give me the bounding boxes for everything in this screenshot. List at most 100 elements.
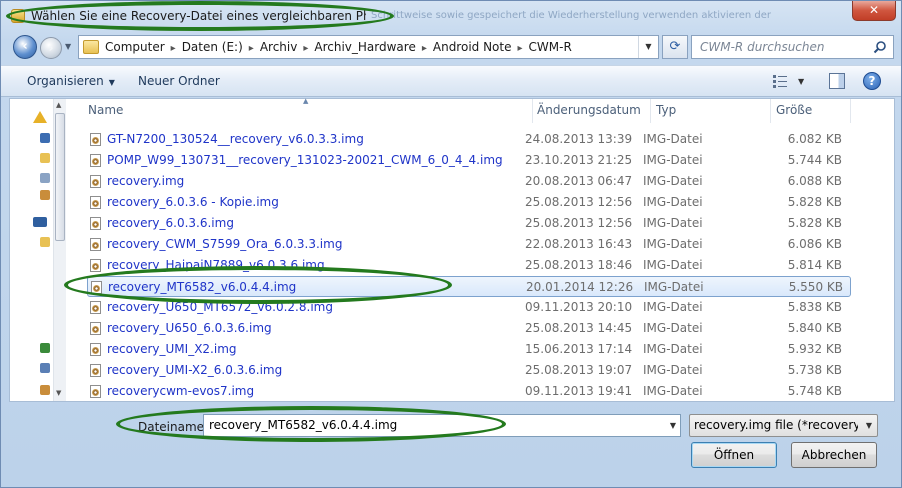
- column-divider[interactable]: [532, 99, 533, 123]
- file-type-filter[interactable]: recovery.img file (*recovery*.img) ▼: [689, 414, 878, 437]
- homegroup-icon[interactable]: [40, 363, 50, 373]
- file-date: 25.08.2013 12:56: [525, 216, 633, 230]
- table-row[interactable]: recovery.img 20.08.2013 06:47 IMG-Datei 6.0…: [87, 171, 851, 192]
- organize-label: Organisieren: [27, 74, 104, 88]
- table-row[interactable]: POMP_W99_130731__recovery_131023-20021_C…: [87, 150, 851, 171]
- file-name[interactable]: recovery_HaipaiN7889_v6.0.3.6.img: [107, 258, 527, 272]
- file-date: 25.08.2013 12:56: [525, 195, 633, 209]
- sort-ascending-icon: ▲: [303, 97, 309, 105]
- filename-value[interactable]: recovery_MT6582_v6.0.4.4.img: [209, 418, 397, 432]
- breadcrumb-cwm-r[interactable]: CWM-R: [529, 40, 572, 54]
- close-button[interactable]: ✕: [852, 1, 896, 21]
- column-divider[interactable]: [850, 99, 851, 123]
- img-file-icon: [90, 385, 101, 398]
- desktop-icon[interactable]: [40, 133, 50, 143]
- file-name[interactable]: GT-N7200_130524__recovery_v6.0.3.3.img: [107, 132, 527, 146]
- column-header-type[interactable]: Typ: [656, 103, 676, 117]
- new-folder-button[interactable]: Neuer Ordner: [138, 74, 220, 88]
- file-list[interactable]: ▲ Name Änderungsdatum Typ Größe GT-N7200…: [67, 97, 894, 402]
- file-name[interactable]: recoverycwm-evos7.img: [107, 384, 527, 398]
- file-name[interactable]: recovery_U650_MT6572_v6.0.2.8.img: [107, 300, 527, 314]
- breadcrumb-android-note[interactable]: Android Note: [433, 40, 512, 54]
- img-file-icon: [90, 364, 101, 377]
- file-name[interactable]: recovery_U650_6.0.3.6.img: [107, 321, 527, 335]
- table-row[interactable]: recovery_CWM_S7599_Ora_6.0.3.3.img 22.08.…: [87, 234, 851, 255]
- filename-input[interactable]: recovery_MT6582_v6.0.4.4.img ▼: [203, 414, 681, 437]
- breadcrumb-separator[interactable]: ▸: [422, 43, 427, 54]
- scrollbar-thumb[interactable]: [55, 113, 65, 241]
- search-icon[interactable]: [873, 40, 887, 54]
- img-file-icon: [90, 133, 101, 146]
- navigation-scrollbar[interactable]: ▲ ▼: [53, 99, 66, 401]
- breadcrumb-daten[interactable]: Daten (E:): [182, 40, 243, 54]
- file-name[interactable]: recovery_MT6582_v6.0.4.4.img: [108, 280, 528, 294]
- file-size: 5.932 KB: [787, 342, 842, 356]
- column-divider[interactable]: [650, 99, 651, 123]
- downloads-icon[interactable]: [40, 153, 50, 163]
- table-row[interactable]: recoverycwm-evos7.img 09.11.2013 19:41 IMG…: [87, 381, 851, 402]
- organize-button[interactable]: Organisieren ▼: [27, 74, 115, 88]
- drive-folder-icon[interactable]: [40, 237, 50, 247]
- table-row[interactable]: recovery_6.0.3.6 - Kopie.img 25.08.2013 1…: [87, 192, 851, 213]
- table-row[interactable]: recovery_HaipaiN7889_v6.0.3.6.img 25.08.2…: [87, 255, 851, 276]
- table-row[interactable]: recovery_U650_6.0.3.6.img 25.08.2013 14:4…: [87, 318, 851, 339]
- file-date: 20.08.2013 06:47: [525, 174, 633, 188]
- file-open-dialog: Wählen Sie eine Recovery-Datei eines ver…: [0, 0, 902, 488]
- file-name[interactable]: recovery_UMI_X2.img: [107, 342, 527, 356]
- view-dropdown-icon[interactable]: ▼: [798, 77, 804, 86]
- column-header-name[interactable]: Name: [88, 103, 123, 117]
- refresh-button[interactable]: ⟳: [662, 35, 688, 59]
- filter-dropdown-icon[interactable]: ▼: [866, 421, 872, 430]
- file-name[interactable]: recovery_UMI-X2_6.0.3.6.img: [107, 363, 527, 377]
- favorites-star-icon[interactable]: [33, 111, 47, 123]
- navigation-pane[interactable]: ▲ ▼: [10, 99, 66, 401]
- cancel-button[interactable]: Abbrechen: [791, 442, 877, 468]
- preview-pane-icon[interactable]: [829, 73, 845, 89]
- file-type: IMG-Datei: [643, 132, 703, 146]
- file-type: IMG-Datei: [643, 174, 703, 188]
- column-header-date[interactable]: Änderungsdatum: [537, 103, 641, 117]
- back-button[interactable]: ‹: [13, 35, 37, 59]
- column-header-size[interactable]: Größe: [776, 103, 812, 117]
- library-icon[interactable]: [40, 190, 50, 200]
- breadcrumb-separator[interactable]: ▸: [171, 43, 176, 54]
- view-options-icon[interactable]: [773, 74, 787, 88]
- recent-pages-dropdown-icon[interactable]: ▼: [65, 42, 71, 51]
- file-name[interactable]: recovery_6.0.3.6.img: [107, 216, 527, 230]
- network-icon[interactable]: [40, 343, 50, 353]
- forward-button[interactable]: ›: [40, 37, 62, 59]
- filename-dropdown-icon[interactable]: ▼: [670, 421, 676, 430]
- scroll-down-icon[interactable]: ▼: [56, 389, 61, 397]
- file-type-value: recovery.img file (*recovery*.img): [694, 418, 858, 432]
- breadcrumb-separator[interactable]: ▸: [518, 43, 523, 54]
- search-input[interactable]: CWM-R durchsuchen: [691, 35, 894, 59]
- table-row[interactable]: recovery_UMI_X2.img 15.06.2013 17:14 IMG-D…: [87, 339, 851, 360]
- breadcrumb-archiv-hardware[interactable]: Archiv_Hardware: [314, 40, 415, 54]
- breadcrumb-separator[interactable]: ▸: [249, 43, 254, 54]
- recent-places-icon[interactable]: [40, 173, 50, 183]
- file-name[interactable]: recovery_6.0.3.6 - Kopie.img: [107, 195, 527, 209]
- scroll-up-icon[interactable]: ▲: [56, 101, 61, 109]
- title-bar[interactable]: Wählen Sie eine Recovery-Datei eines ver…: [1, 1, 901, 31]
- file-name[interactable]: recovery_CWM_S7599_Ora_6.0.3.3.img: [107, 237, 527, 251]
- computer-icon[interactable]: [33, 217, 47, 227]
- chevron-down-icon: ▼: [108, 78, 115, 87]
- table-row[interactable]: recovery_U650_MT6572_v6.0.2.8.img 09.11.2…: [87, 297, 851, 318]
- column-divider[interactable]: [770, 99, 771, 123]
- breadcrumb-archiv[interactable]: Archiv: [260, 40, 298, 54]
- breadcrumb-computer[interactable]: Computer: [105, 40, 165, 54]
- drive-icon[interactable]: [40, 385, 50, 395]
- table-row[interactable]: GT-N7200_130524__recovery_v6.0.3.3.img 24…: [87, 129, 851, 150]
- file-name[interactable]: POMP_W99_130731__recovery_131023-20021_C…: [107, 153, 527, 167]
- navigation-bar: ‹ › ▼ Computer ▸ Daten (E:) ▸ Archiv ▸ Archiv_…: [1, 33, 901, 61]
- app-icon: [11, 9, 25, 23]
- help-icon[interactable]: ?: [863, 72, 881, 90]
- file-name[interactable]: recovery.img: [107, 174, 527, 188]
- address-dropdown-icon[interactable]: ▼: [638, 36, 658, 58]
- address-bar[interactable]: Computer ▸ Daten (E:) ▸ Archiv ▸ Archiv_Hardwa…: [78, 35, 659, 59]
- table-row[interactable]: recovery_UMI-X2_6.0.3.6.img 25.08.2013 19…: [87, 360, 851, 381]
- breadcrumb-separator[interactable]: ▸: [303, 43, 308, 54]
- table-row-selected[interactable]: recovery_MT6582_v6.0.4.4.img 20.01.2014 1…: [87, 276, 851, 297]
- table-row[interactable]: recovery_6.0.3.6.img 25.08.2013 12:56 IMG-…: [87, 213, 851, 234]
- open-button[interactable]: Öffnen: [691, 442, 777, 468]
